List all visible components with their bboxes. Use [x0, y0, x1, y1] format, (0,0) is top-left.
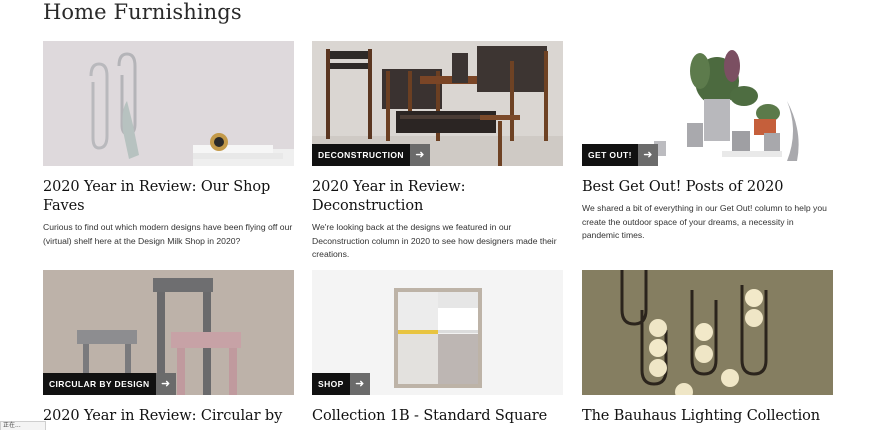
category-tag[interactable]: CIRCULAR BY DESIGN ➜ [43, 373, 176, 395]
wall-hooks-photo[interactable] [43, 41, 294, 166]
wall-hooks-image [43, 41, 294, 166]
article-card-circular[interactable]: CIRCULAR BY DESIGN ➜ 2020 Year in Review… [43, 270, 294, 426]
article-title[interactable]: Collection 1B - Standard Square [312, 407, 563, 426]
category-tag[interactable]: DECONSTRUCTION ➜ [312, 144, 430, 166]
concrete-furniture-photo[interactable]: CIRCULAR BY DESIGN ➜ [43, 270, 294, 395]
bauhaus-lights-image [582, 270, 833, 395]
article-card-shop-faves[interactable]: 2020 Year in Review: Our Shop Faves Curi… [43, 41, 294, 248]
planters-photo[interactable]: GET OUT! ➜ [582, 41, 833, 166]
art-print-photo[interactable]: SHOP ➜ [312, 270, 563, 395]
article-card-bauhaus-lighting[interactable]: The Bauhaus Lighting Collection [582, 270, 833, 426]
category-tag[interactable]: GET OUT! ➜ [582, 144, 658, 166]
article-card-collection-1b[interactable]: SHOP ➜ Collection 1B - Standard Square [312, 270, 563, 426]
article-title[interactable]: 2020 Year in Review: Deconstruction [312, 178, 563, 216]
article-excerpt: We shared a bit of everything in our Get… [582, 203, 827, 240]
article-title[interactable]: 2020 Year in Review: Our Shop Faves [43, 178, 294, 216]
tag-label: DECONSTRUCTION [312, 144, 410, 166]
article-title[interactable]: 2020 Year in Review: Circular by [43, 407, 294, 426]
article-card-deconstruction[interactable]: DECONSTRUCTION ➜ 2020 Year in Review: De… [312, 41, 563, 262]
arrow-right-icon: ➜ [409, 144, 430, 166]
tag-label: SHOP [312, 373, 350, 395]
arrow-right-icon: ➜ [637, 144, 658, 166]
article-card-get-out[interactable]: GET OUT! ➜ Best Get Out! Posts of 2020 W… [582, 41, 833, 243]
woven-chairs-photo[interactable]: DECONSTRUCTION ➜ [312, 41, 563, 166]
arrow-right-icon: ➜ [155, 373, 176, 395]
bauhaus-lights-photo[interactable] [582, 270, 833, 395]
section-title: Home Furnishings [43, 0, 242, 24]
article-excerpt: We're looking back at the designs we fea… [312, 222, 557, 259]
article-excerpt: Curious to find out which modern designs… [43, 222, 293, 246]
article-title[interactable]: The Bauhaus Lighting Collection [582, 407, 833, 426]
category-tag[interactable]: SHOP ➜ [312, 373, 370, 395]
tag-label: GET OUT! [582, 144, 638, 166]
arrow-right-icon: ➜ [349, 373, 370, 395]
article-title[interactable]: Best Get Out! Posts of 2020 [582, 178, 833, 197]
tag-label: CIRCULAR BY DESIGN [43, 373, 156, 395]
status-bar: 正在... [0, 421, 46, 430]
